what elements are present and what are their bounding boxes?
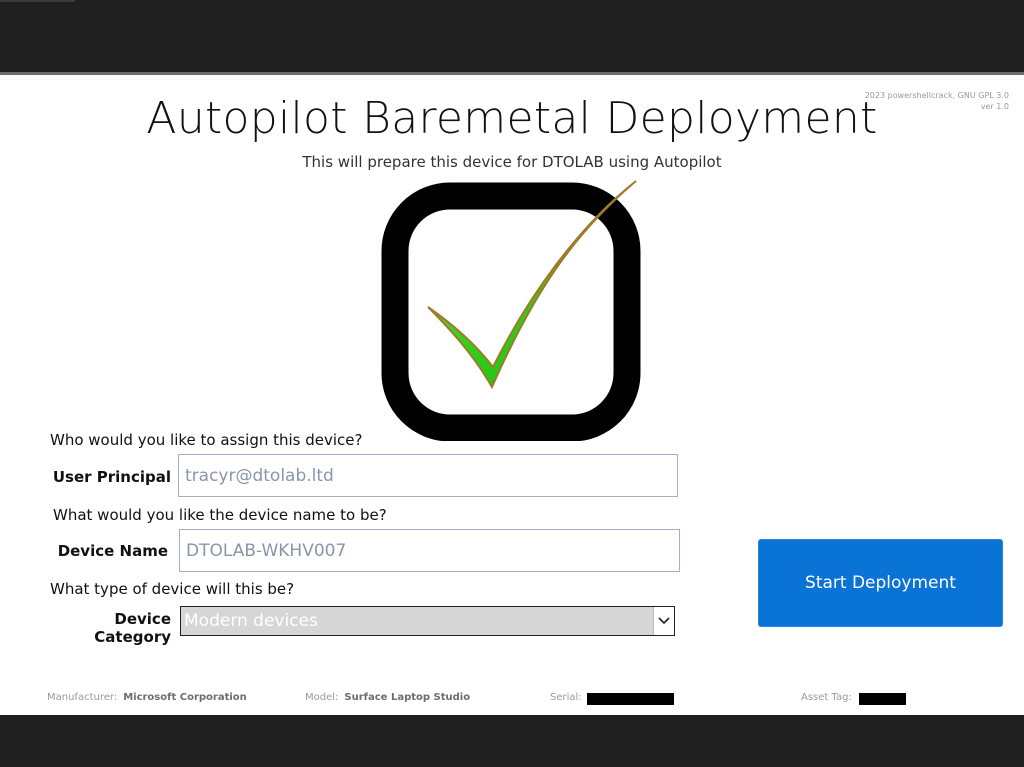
asset-tag-redacted <box>859 693 906 705</box>
device-name-question: What would you like the device name to b… <box>53 506 387 524</box>
serial-redacted <box>587 693 674 705</box>
asset-tag-label: Asset Tag: <box>801 692 852 703</box>
copyright: 2023 powershellcrack, GNU GPL 3.0 ver 1.… <box>865 90 1009 112</box>
copyright-text: 2023 powershellcrack, GNU GPL 3.0 <box>864 91 1009 100</box>
device-name-label: Device Name <box>57 542 168 560</box>
device-category-select[interactable]: Modern devices <box>180 606 675 636</box>
user-question: Who would you like to assign this device… <box>50 431 363 449</box>
user-principal-label: User Principal <box>52 468 171 486</box>
model-label: Model: <box>305 692 339 703</box>
bottom-bar <box>0 715 1024 767</box>
asset-tag-info: Asset Tag:1 <box>801 692 867 703</box>
user-principal-input[interactable]: tracyr@dtolab.ltd <box>178 454 678 497</box>
checkmark-icon <box>381 180 641 441</box>
version-text: ver 1.0 <box>980 102 1009 111</box>
device-name-input[interactable]: DTOLAB-WKHV007 <box>179 529 680 572</box>
manufacturer-value: Microsoft Corporation <box>123 692 247 703</box>
device-category-value: Modern devices <box>184 611 318 631</box>
chevron-down-icon[interactable] <box>653 607 674 635</box>
serial-label: Serial: <box>550 692 582 703</box>
serial-info: Serial: <box>550 692 582 703</box>
model-value: Surface Laptop Studio <box>344 692 471 703</box>
manufacturer-label: Manufacturer: <box>47 692 118 703</box>
device-name-value: DTOLAB-WKHV007 <box>186 540 347 561</box>
deployment-window: Autopilot Baremetal Deployment This will… <box>0 75 1024 715</box>
page-subtitle: This will prepare this device for DTOLAB… <box>302 153 722 171</box>
device-category-question: What type of device will this be? <box>50 580 295 598</box>
top-bar <box>0 0 1024 75</box>
start-deployment-button[interactable]: Start Deployment <box>758 539 1003 627</box>
user-principal-value: tracyr@dtolab.ltd <box>185 465 334 486</box>
top-strip <box>0 0 75 2</box>
model-info: Model: Surface Laptop Studio <box>305 692 470 703</box>
checkbox-frame <box>381 182 641 441</box>
manufacturer-info: Manufacturer: Microsoft Corporation <box>47 692 247 703</box>
device-category-label: Device Category <box>94 610 171 646</box>
